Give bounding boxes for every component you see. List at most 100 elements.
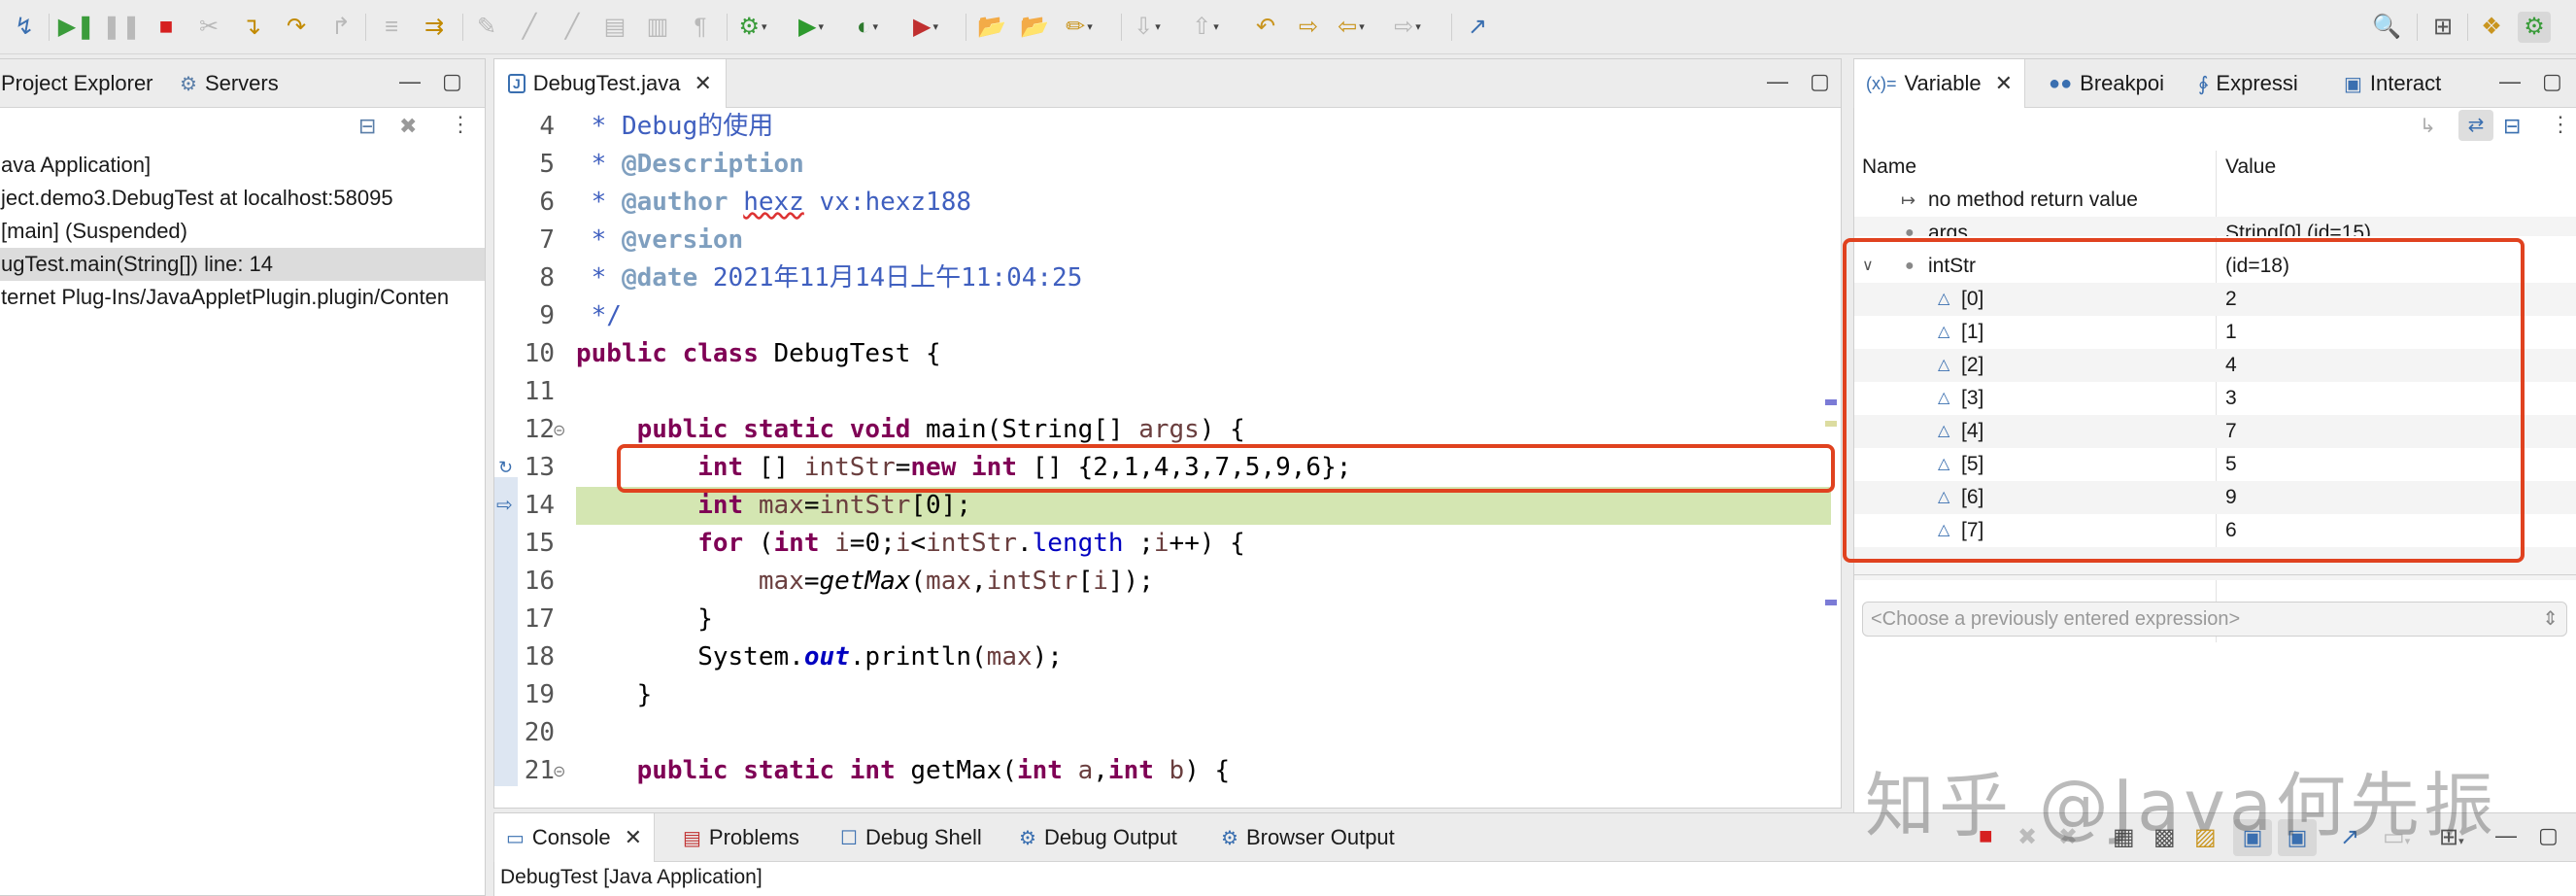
code-line: * @version xyxy=(576,225,744,255)
back-icon[interactable]: ⇦ ▾ xyxy=(1335,12,1368,43)
debug-view: Project Explorer ⚙ Servers ― ▢ ⊟ ✖ ⋮ ava… xyxy=(0,58,486,896)
last-edit-icon[interactable]: ↶ xyxy=(1249,12,1282,43)
prev-annotation-icon[interactable]: ⇧ ▾ xyxy=(1189,12,1222,43)
expression-placeholder: <Choose a previously entered expression> xyxy=(1871,608,2241,630)
terminate-icon[interactable]: ■ xyxy=(150,12,183,43)
show-logical-structure-icon[interactable]: ⇄ xyxy=(2458,110,2493,141)
tab-browser-output[interactable]: ⚙ Browser Output xyxy=(1221,813,1395,862)
table-row[interactable]: ● args String[0] (id=15) xyxy=(1854,217,2576,236)
maximize-icon[interactable]: ▢ xyxy=(442,69,462,94)
minimize-icon[interactable]: ― xyxy=(2495,823,2517,848)
editor-tabbar: J DebugTest.java ✕ ― ▢ xyxy=(494,59,1841,108)
tree-item-selected[interactable]: ugTest.main(String[]) line: 14 xyxy=(0,248,485,281)
mark-occurrences-icon[interactable]: ╱ xyxy=(513,12,546,43)
open-perspective-icon[interactable]: ⊞ xyxy=(2426,12,2459,43)
code-line: public class DebugTest { xyxy=(576,339,941,368)
view-menu-icon[interactable]: ⋮ xyxy=(2550,112,2571,137)
suspend-icon[interactable]: ❚❚ xyxy=(102,12,141,43)
tab-label: Console xyxy=(531,825,611,849)
maximize-icon[interactable]: ▢ xyxy=(2538,823,2559,848)
resume-icon[interactable]: ▶❚ xyxy=(58,12,96,43)
maximize-icon[interactable]: ▢ xyxy=(2542,69,2562,94)
open-task-icon[interactable]: ✏ ▾ xyxy=(1063,12,1096,43)
drop-to-frame-icon[interactable]: ≡ xyxy=(375,12,408,43)
toggle-breakpoint-icon[interactable]: ✎ xyxy=(470,12,503,43)
new-package-icon[interactable]: 📂 xyxy=(975,12,1008,43)
tab-servers[interactable]: ⚙ Servers xyxy=(180,59,279,108)
console-output[interactable]: DebugTest [Java Application] xyxy=(494,862,2576,896)
tab-label: Expressi xyxy=(2216,71,2298,95)
forward-edit-icon[interactable]: ⇨ xyxy=(1292,12,1325,43)
forward-icon[interactable]: ⇨ ▾ xyxy=(1391,12,1424,43)
debug-shell-icon: ☐ xyxy=(840,827,858,849)
variables-view: (x)= Variable ✕ ●● Breakpoi ∳ Expressi ▣… xyxy=(1843,58,2576,816)
step-over-icon[interactable]: ↷ xyxy=(280,12,313,43)
debug-view-tabbar: Project Explorer ⚙ Servers ― ▢ xyxy=(0,59,485,108)
open-type-icon[interactable]: 📂 xyxy=(1018,12,1051,43)
close-icon[interactable]: ✕ xyxy=(1995,71,2013,96)
debug-perspective-icon[interactable]: ⚙ xyxy=(2518,12,2551,43)
tab-debugtest-java[interactable]: J DebugTest.java ✕ xyxy=(494,59,727,108)
java-ee-perspective-icon[interactable]: ❖ xyxy=(2475,12,2508,43)
divider xyxy=(1854,574,2576,575)
tree-item[interactable]: ternet Plug-Ins/JavaAppletPlugin.plugin/… xyxy=(1,281,449,314)
close-icon[interactable]: ✕ xyxy=(625,825,642,850)
overview-ruler-mark[interactable] xyxy=(1825,600,1837,605)
overview-ruler-mark[interactable] xyxy=(1825,399,1837,405)
code-line: for (int i=0;i<intStr.length ;i++) { xyxy=(697,529,1245,558)
disconnect-icon[interactable]: ✂ xyxy=(192,12,225,43)
block-selection-icon[interactable]: ▤ xyxy=(598,12,631,43)
expression-combo[interactable]: <Choose a previously entered expression>… xyxy=(1862,602,2567,637)
code-line: */ xyxy=(576,301,622,330)
code-area[interactable]: * Debug的使用 * @Description * @author hexz… xyxy=(494,108,1841,808)
tab-label: Servers xyxy=(204,71,279,95)
debug-icon[interactable]: ⚙ ▾ xyxy=(736,12,769,43)
show-type-names-icon[interactable]: ↳ xyxy=(2420,114,2436,138)
table-row[interactable]: ↦ no method return value xyxy=(1854,184,2576,217)
pin-editor-icon[interactable]: ↗ xyxy=(1461,12,1494,43)
tree-item[interactable]: [main] (Suspended) xyxy=(1,215,187,248)
tab-debug-output[interactable]: ⚙ Debug Output xyxy=(1019,813,1177,862)
tab-expressions[interactable]: ∳ Expressi xyxy=(2198,59,2298,108)
tab-problems[interactable]: ▤ Problems xyxy=(683,813,799,862)
step-into-icon[interactable]: ↴ xyxy=(235,12,268,43)
return-value-icon: ↦ xyxy=(1901,190,1916,210)
use-step-filters-icon[interactable]: ⇉ xyxy=(418,12,451,43)
close-icon[interactable]: ✕ xyxy=(694,71,711,96)
tab-interactive-console[interactable]: ▣ Interact xyxy=(2344,59,2441,108)
run-icon[interactable]: ▶ ▾ xyxy=(795,12,828,43)
tab-debug-shell[interactable]: ☐ Debug Shell xyxy=(840,813,982,862)
console-icon: ▭ xyxy=(506,827,525,849)
tab-breakpoints[interactable]: ●● Breakpoi xyxy=(2049,59,2164,108)
next-annotation-icon[interactable]: ⇩ ▾ xyxy=(1131,12,1164,43)
coverage-icon[interactable]: ◐ ▾ xyxy=(851,12,884,43)
debug-skip-icon[interactable]: ↯ xyxy=(8,12,41,43)
overview-ruler-mark[interactable] xyxy=(1825,421,1837,427)
collapse-all-icon[interactable]: ⊟ xyxy=(2503,114,2521,139)
tab-console[interactable]: ▭ Console ✕ xyxy=(493,813,656,862)
interactive-console-icon: ▣ xyxy=(2344,73,2362,95)
column-header-name[interactable]: Name xyxy=(1862,151,1916,184)
tab-variables[interactable]: (x)= Variable ✕ xyxy=(1853,59,2026,108)
column-header-value[interactable]: Value xyxy=(2225,151,2276,184)
highlight-icon[interactable]: ╱ xyxy=(556,12,589,43)
word-wrap-icon[interactable]: ▥ xyxy=(641,12,674,43)
collapse-all-icon[interactable]: ⊟ xyxy=(358,114,376,139)
tab-project-explorer[interactable]: Project Explorer xyxy=(0,59,153,108)
java-editor: J DebugTest.java ✕ ― ▢ 4 5 6 7 8 9 10 11… xyxy=(493,58,1842,809)
tree-item[interactable]: ject.demo3.DebugTest at localhost:58095 xyxy=(1,182,393,215)
search-icon[interactable]: 🔍 xyxy=(2370,12,2403,43)
tab-label: Breakpoi xyxy=(2080,71,2165,95)
step-return-icon[interactable]: ↱ xyxy=(324,12,357,43)
code-line: } xyxy=(576,604,713,634)
view-menu-icon[interactable]: ⋮ xyxy=(450,112,471,137)
tab-label: Debug Output xyxy=(1043,825,1177,849)
tree-item[interactable]: ava Application] xyxy=(1,149,151,182)
remove-terminated-icon[interactable]: ✖ xyxy=(399,114,417,139)
minimize-icon[interactable]: ― xyxy=(2499,69,2521,94)
show-whitespace-icon[interactable]: ¶ xyxy=(684,12,717,43)
external-tools-icon[interactable]: ▶ ▾ xyxy=(909,12,942,43)
minimize-icon[interactable]: ― xyxy=(1767,69,1788,94)
minimize-icon[interactable]: ― xyxy=(399,69,421,94)
maximize-icon[interactable]: ▢ xyxy=(1810,69,1830,94)
